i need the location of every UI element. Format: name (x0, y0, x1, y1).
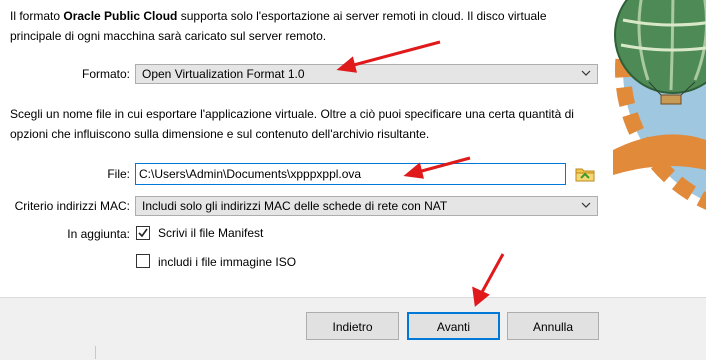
manifest-checkbox-label[interactable]: Scrivi il file Manifest (158, 225, 263, 241)
cancel-button[interactable]: Annulla (507, 312, 599, 340)
intro-text: Il formato Oracle Public Cloud supporta … (10, 6, 600, 46)
file-label: File: (107, 167, 130, 181)
additional-label: In aggiunta: (67, 227, 130, 241)
intro-text-part1: Il formato (10, 9, 64, 23)
folder-icon (575, 168, 595, 182)
hot-air-balloon-image (613, 0, 706, 210)
intro-text-format-name: Oracle Public Cloud (63, 9, 178, 23)
format-select-value: Open Virtualization Format 1.0 (142, 67, 305, 81)
mac-policy-select[interactable]: Includi solo gli indirizzi MAC delle sch… (135, 196, 598, 216)
mac-policy-select-value: Includi solo gli indirizzi MAC delle sch… (142, 199, 448, 213)
format-select[interactable]: Open Virtualization Format 1.0 (135, 64, 598, 84)
divider (95, 346, 96, 359)
browse-folder-button[interactable] (574, 163, 596, 185)
back-button[interactable]: Indietro (306, 312, 399, 340)
iso-images-checkbox[interactable] (136, 254, 150, 268)
iso-images-checkbox-label[interactable]: includi i file immagine ISO (158, 254, 296, 270)
manifest-checkbox[interactable] (136, 226, 150, 240)
chevron-down-icon (581, 202, 591, 208)
format-label: Formato: (81, 67, 130, 81)
wizard-content: Il formato Oracle Public Cloud supporta … (0, 0, 603, 297)
wizard-footer: Indietro Avanti Annulla (0, 297, 706, 360)
chevron-down-icon (581, 70, 591, 76)
next-button[interactable]: Avanti (407, 312, 500, 340)
wizard-illustration (603, 0, 706, 297)
description-text: Scegli un nome file in cui esportare l'a… (10, 107, 574, 141)
file-path-field[interactable] (135, 163, 566, 185)
checkmark-icon (138, 228, 148, 238)
mac-policy-label: Criterio indirizzi MAC: (14, 199, 130, 213)
file-path-input[interactable] (139, 166, 559, 182)
